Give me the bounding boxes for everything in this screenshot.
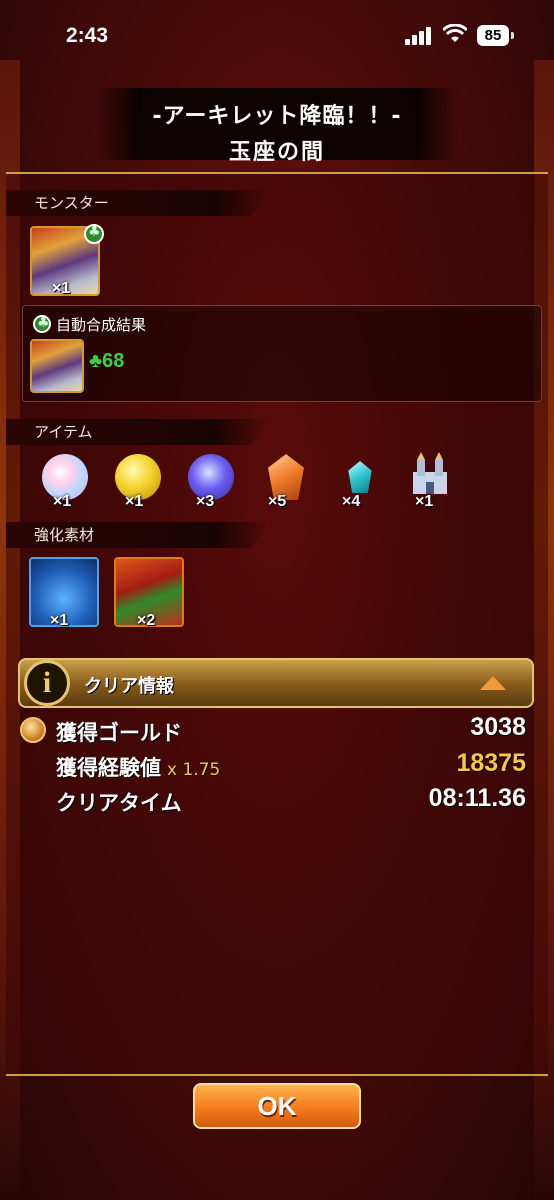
item-count: ×5 xyxy=(268,493,287,510)
section-monster: モンスター xyxy=(6,190,268,216)
gold-coin-icon xyxy=(20,717,46,743)
status-time: 2:43 xyxy=(66,24,109,47)
stage-subtitle: 玉座の間 xyxy=(228,140,325,165)
auto-fusion-monster-card[interactable] xyxy=(30,339,84,393)
material-count: ×2 xyxy=(137,612,156,629)
monster-count: ×1 xyxy=(52,280,71,297)
clover-count: 68 xyxy=(102,350,125,372)
exp-value: 18375 xyxy=(456,749,526,777)
item-count: ×3 xyxy=(196,493,215,510)
item-count: ×1 xyxy=(415,493,434,510)
ok-button[interactable]: OK xyxy=(193,1083,361,1129)
item-count: ×4 xyxy=(342,493,361,510)
stage-title-banner: -アーキレット降臨！！- 玉座の間 xyxy=(95,88,459,165)
clear-time-value: 08:11.36 xyxy=(428,784,526,812)
quest-title: -アーキレット降臨！！- xyxy=(152,104,402,129)
signal-icon xyxy=(405,27,433,45)
clover-icon: ♣ xyxy=(89,350,103,372)
clover-icon xyxy=(33,315,51,333)
battery-icon: 85 xyxy=(477,25,514,46)
status-bar: 2:43 85 xyxy=(0,0,554,75)
exp-multiplier: x 1.75 xyxy=(167,760,221,780)
section-materials: 強化素材 xyxy=(6,522,268,548)
auto-fusion-label: 自動合成結果 xyxy=(56,316,147,334)
material-count: ×1 xyxy=(50,612,69,629)
info-icon: i xyxy=(24,660,70,706)
wifi-icon xyxy=(443,24,467,42)
exp-label-row: 獲得経験値 x 1.75 xyxy=(56,752,220,782)
exp-label: 獲得経験値 xyxy=(56,756,161,780)
clover-badge-icon xyxy=(84,224,104,244)
clover-value: ♣68 xyxy=(89,350,124,373)
collapse-arrow-icon[interactable] xyxy=(480,676,506,690)
section-items: アイテム xyxy=(6,419,268,445)
clear-info-label: クリア情報 xyxy=(84,676,174,697)
monster-portrait xyxy=(32,341,82,391)
gold-label: 獲得ゴールド xyxy=(56,721,182,745)
clear-time-label: クリアタイム xyxy=(56,791,182,815)
item-count: ×1 xyxy=(125,493,144,510)
item-count: ×1 xyxy=(53,493,72,510)
gold-value: 3038 xyxy=(470,713,526,741)
